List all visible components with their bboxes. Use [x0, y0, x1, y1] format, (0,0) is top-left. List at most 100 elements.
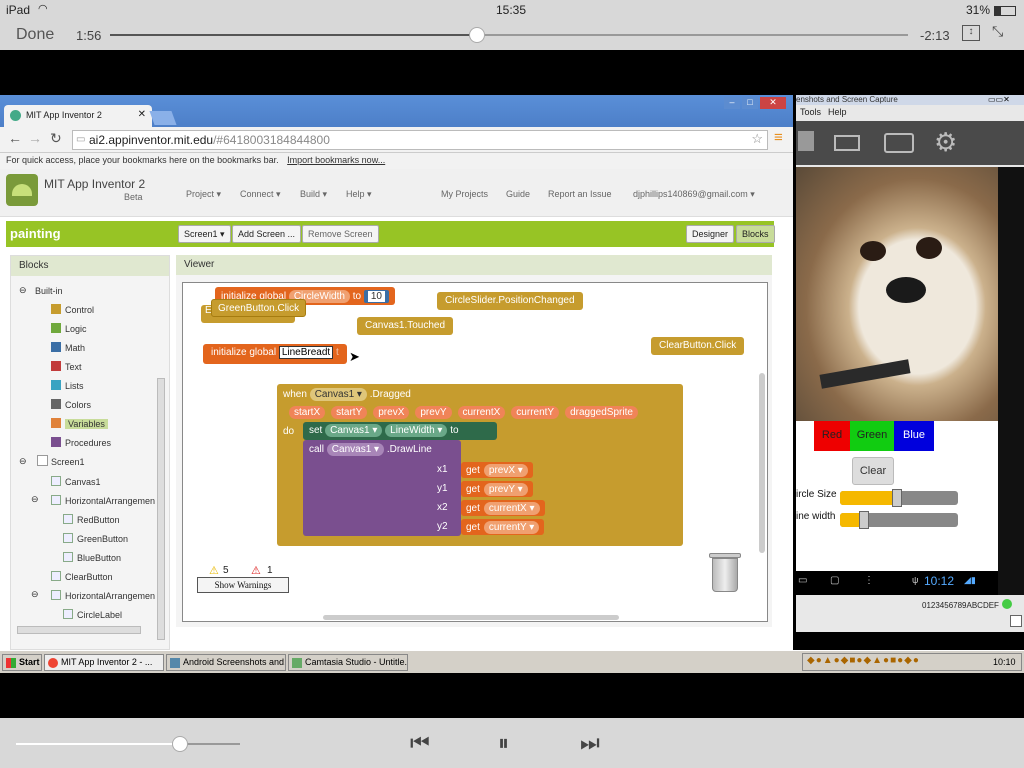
reload-icon[interactable]: ↻ [50, 130, 62, 147]
maximize-icon[interactable]: □ [742, 97, 758, 109]
number-field[interactable]: 10 [367, 291, 385, 302]
clear-button[interactable]: Clear [852, 457, 894, 485]
set-canvas-dropdown[interactable]: Canvas1 ▾ [325, 424, 383, 437]
get-block[interactable]: get currentX ▾ [461, 500, 545, 516]
circle-slider-block[interactable]: CircleSlider.PositionChanged [437, 292, 583, 310]
component-item[interactable]: CircleLabel [77, 610, 122, 620]
back-icon[interactable]: ← [8, 130, 22, 146]
param-currentx[interactable]: currentX [457, 406, 506, 419]
get-var-dropdown[interactable]: prevY ▾ [483, 483, 528, 496]
get-block[interactable]: get prevX ▾ [461, 462, 533, 478]
blocks-hscrollbar[interactable] [17, 626, 141, 634]
builtin-item-variables[interactable]: Variables [65, 419, 108, 429]
builtin-node[interactable]: Built-in [35, 286, 63, 296]
more-icon[interactable]: ⋮ [864, 575, 874, 586]
drawline-block[interactable]: call Canvas1 ▾ .DrawLine x1 get prevX ▾ y1 g… [303, 440, 545, 536]
set-property-dropdown[interactable]: LineWidth ▾ [385, 424, 448, 437]
recent-apps-icon[interactable]: ▭ [798, 575, 807, 586]
trash-icon[interactable] [709, 553, 741, 595]
collapse-icon[interactable]: ⊖ [31, 494, 39, 505]
menu-tools[interactable]: Tools [800, 107, 821, 117]
set-linewidth-block[interactable]: set Canvas1 ▾ LineWidth ▾ to [303, 422, 497, 440]
collapse-icon[interactable]: ⊖ [31, 589, 39, 600]
menu-build[interactable]: Build ▾ [300, 189, 327, 200]
blocks-scrollbar[interactable] [157, 378, 165, 640]
volume-track[interactable] [16, 743, 240, 745]
get-var-dropdown[interactable]: prevX ▾ [483, 464, 528, 477]
get-var-dropdown[interactable]: currentY ▾ [483, 521, 540, 534]
save-icon[interactable] [798, 131, 814, 151]
builtin-item-procedures[interactable]: Procedures [65, 438, 111, 448]
param-draggedsprite[interactable]: draggedSprite [565, 406, 638, 419]
rewind-icon[interactable]: ⏮ [410, 730, 430, 756]
import-bookmarks-link[interactable]: Import bookmarks now... [287, 155, 385, 165]
new-tab-button[interactable] [149, 111, 177, 125]
var-name-edit-field[interactable]: LineBreadt [278, 346, 334, 359]
clear-click-block[interactable]: ClearButton.Click [651, 337, 745, 355]
remove-screen-button[interactable]: Remove Screen [302, 225, 379, 243]
builtin-item-control[interactable]: Control [65, 305, 94, 315]
blocks-button[interactable]: Blocks [736, 225, 775, 243]
device-icon[interactable] [884, 133, 914, 153]
line-slider-thumb[interactable] [858, 511, 869, 529]
workspace-hscrollbar[interactable] [323, 615, 619, 620]
component-item[interactable]: Canvas1 [65, 477, 101, 487]
fast-forward-icon[interactable]: ⏭ [580, 730, 600, 756]
component-item[interactable]: BlueButton [77, 553, 121, 563]
menu-connect[interactable]: Connect ▾ [240, 189, 281, 200]
pause-icon[interactable]: ⏸ [498, 730, 509, 756]
screenshot-icon[interactable]: ▢ [830, 575, 839, 586]
menu-project[interactable]: Project ▾ [186, 189, 221, 200]
get-var-dropdown[interactable]: currentX ▾ [483, 502, 540, 515]
capture-window-controls-icon[interactable]: ▭▭✕ [988, 95, 1010, 104]
scrubber-track[interactable] [110, 34, 908, 36]
param-prevy[interactable]: prevY [415, 406, 452, 419]
component-item[interactable]: RedButton [77, 515, 120, 525]
blocks-workspace[interactable]: initialize global CircleWidth to 10 E Gr… [182, 282, 768, 622]
component-item[interactable]: GreenButton [77, 534, 128, 544]
canvas-touched-block[interactable]: Canvas1.Touched [357, 317, 454, 335]
link-report-issue[interactable]: Report an Issue [548, 189, 612, 199]
builtin-item-lists[interactable]: Lists [65, 381, 84, 391]
param-starty[interactable]: startY [331, 406, 368, 419]
param-startx[interactable]: startX [289, 406, 326, 419]
menu-icon[interactable]: ≡ [774, 129, 783, 146]
collapse-icon[interactable]: ⊖ [19, 456, 27, 467]
link-my-projects[interactable]: My Projects [441, 189, 488, 199]
resize-grip[interactable] [1010, 615, 1022, 627]
circle-size-slider[interactable] [840, 489, 958, 507]
window-close-icon[interactable]: ✕ [760, 97, 786, 109]
volume-knob[interactable] [171, 736, 188, 752]
init-linebreadth-block[interactable]: initialize global LineBreadt t [203, 344, 347, 364]
settings-gear-icon[interactable]: ⚙ [934, 127, 957, 158]
screen1-node[interactable]: Screen1 [51, 457, 85, 467]
tray-icons[interactable]: ◆●▲●◆■●◆▲●■●◆● [807, 655, 920, 666]
param-prevx[interactable]: prevX [373, 406, 410, 419]
airplay-icon[interactable]: ↕ [962, 25, 980, 41]
line-width-slider[interactable] [840, 511, 958, 529]
call-canvas-dropdown[interactable]: Canvas1 ▾ [326, 443, 385, 456]
add-screen-button[interactable]: Add Screen ... [232, 225, 302, 243]
taskbar-item-appinventor[interactable]: MIT App Inventor 2 - ... [44, 654, 164, 671]
address-bar[interactable]: ▭ ai2.appinventor.mit.edu/#6418003184844… [72, 130, 768, 150]
menu-help-capture[interactable]: Help [828, 107, 847, 117]
builtin-item-colors[interactable]: Colors [65, 400, 91, 410]
builtin-item-text[interactable]: Text [65, 362, 82, 372]
done-button[interactable]: Done [16, 26, 54, 44]
minimize-icon[interactable]: – [724, 97, 740, 109]
collapse-icon[interactable]: ⊖ [19, 285, 27, 296]
app-inventor-logo[interactable] [6, 174, 38, 206]
taskbar-item-camtasia[interactable]: Camtasia Studio - Untitle... [288, 654, 408, 671]
green-button[interactable]: Green [850, 421, 894, 451]
blue-button[interactable]: Blue [894, 421, 934, 451]
link-guide[interactable]: Guide [506, 189, 530, 199]
green-click-block[interactable]: GreenButton.Click [211, 299, 307, 317]
builtin-item-math[interactable]: Math [65, 343, 85, 353]
component-item[interactable]: ClearButton [65, 572, 113, 582]
shrink-icon[interactable]: ⤡ [992, 23, 1003, 40]
circle-slider-thumb[interactable] [891, 489, 902, 507]
canvas-dragged-block[interactable]: when Canvas1 ▾ .Dragged startX startY prev… [277, 384, 683, 546]
tab-close-icon[interactable]: ✕ [138, 109, 146, 120]
component-item[interactable]: HorizontalArrangemen [65, 591, 155, 601]
bookmark-star-icon[interactable]: ☆ [751, 131, 763, 147]
